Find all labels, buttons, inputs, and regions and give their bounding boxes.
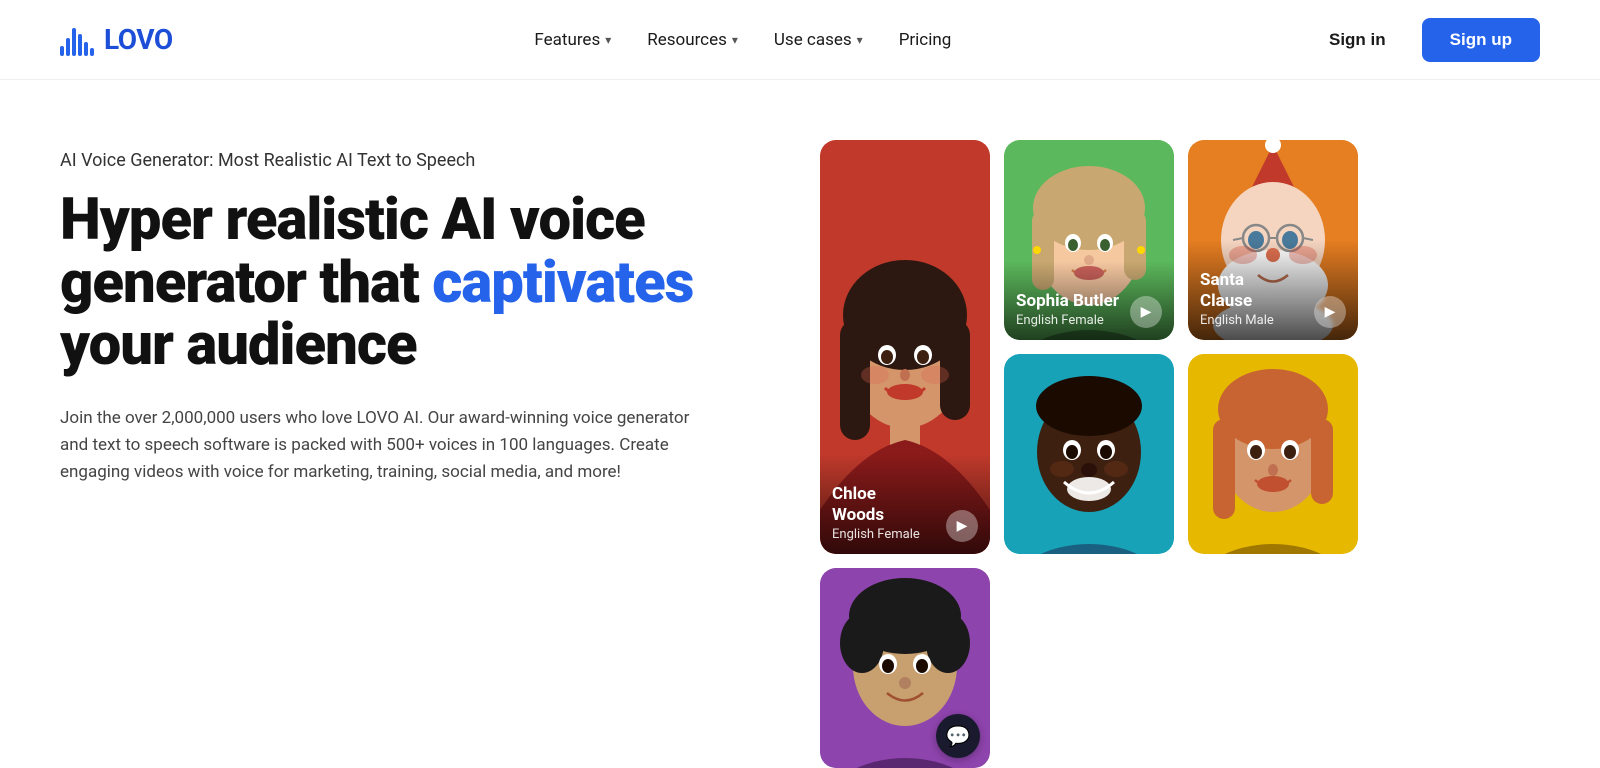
voice-card-santa[interactable]: SantaClause English Male ▶ [1188, 140, 1358, 340]
voice-card-bottom2[interactable] [1004, 354, 1174, 554]
santa-play-button[interactable]: ▶ [1314, 296, 1346, 328]
voice-card-sophia[interactable]: Sophia Butler English Female ▶ [1004, 140, 1174, 340]
chloe-play-button[interactable]: ▶ [946, 510, 978, 542]
chat-icon: 💬 [946, 724, 971, 748]
chat-support-button[interactable]: 💬 [936, 714, 980, 758]
bottom2-illustration [1004, 354, 1174, 554]
signup-button[interactable]: Sign up [1422, 18, 1540, 62]
hero-title-accent: captivates [432, 249, 693, 317]
main-content: AI Voice Generator: Most Realistic AI Te… [0, 80, 1600, 768]
voice-card-bottom3[interactable]: 💬 [820, 568, 990, 768]
hero-title-part2: your audience [60, 311, 417, 379]
logo-text: LOVO [104, 23, 173, 56]
nav-item-resources[interactable]: Resources ▾ [647, 30, 738, 50]
nav-item-features[interactable]: Features ▾ [534, 30, 611, 50]
chevron-down-icon: ▾ [857, 33, 863, 47]
nav-item-pricing[interactable]: Pricing [899, 30, 952, 50]
nav-actions: Sign in Sign up [1313, 18, 1540, 62]
logo[interactable]: LOVO [60, 23, 173, 56]
sophia-play-button[interactable]: ▶ [1130, 296, 1162, 328]
nav-links: Features ▾ Resources ▾ Use cases ▾ Prici… [534, 30, 951, 50]
nav-item-usecases[interactable]: Use cases ▾ [774, 30, 863, 50]
navbar: LOVO Features ▾ Resources ▾ Use cases ▾ … [0, 0, 1600, 80]
voices-grid: ChloeWoods English Female ▶ [820, 130, 1540, 768]
hero-section: AI Voice Generator: Most Realistic AI Te… [60, 130, 760, 486]
logo-icon [60, 24, 94, 56]
hero-subtitle: AI Voice Generator: Most Realistic AI Te… [60, 150, 760, 171]
chevron-down-icon: ▾ [605, 33, 611, 47]
hero-title: Hyper realistic AI voice generator that … [60, 189, 760, 377]
signin-button[interactable]: Sign in [1313, 22, 1402, 58]
voice-card-bottom1[interactable] [1188, 354, 1358, 554]
chevron-down-icon: ▾ [732, 33, 738, 47]
bottom1-illustration [1188, 354, 1358, 554]
hero-description: Join the over 2,000,000 users who love L… [60, 405, 700, 487]
voice-card-chloe[interactable]: ChloeWoods English Female ▶ [820, 140, 990, 554]
